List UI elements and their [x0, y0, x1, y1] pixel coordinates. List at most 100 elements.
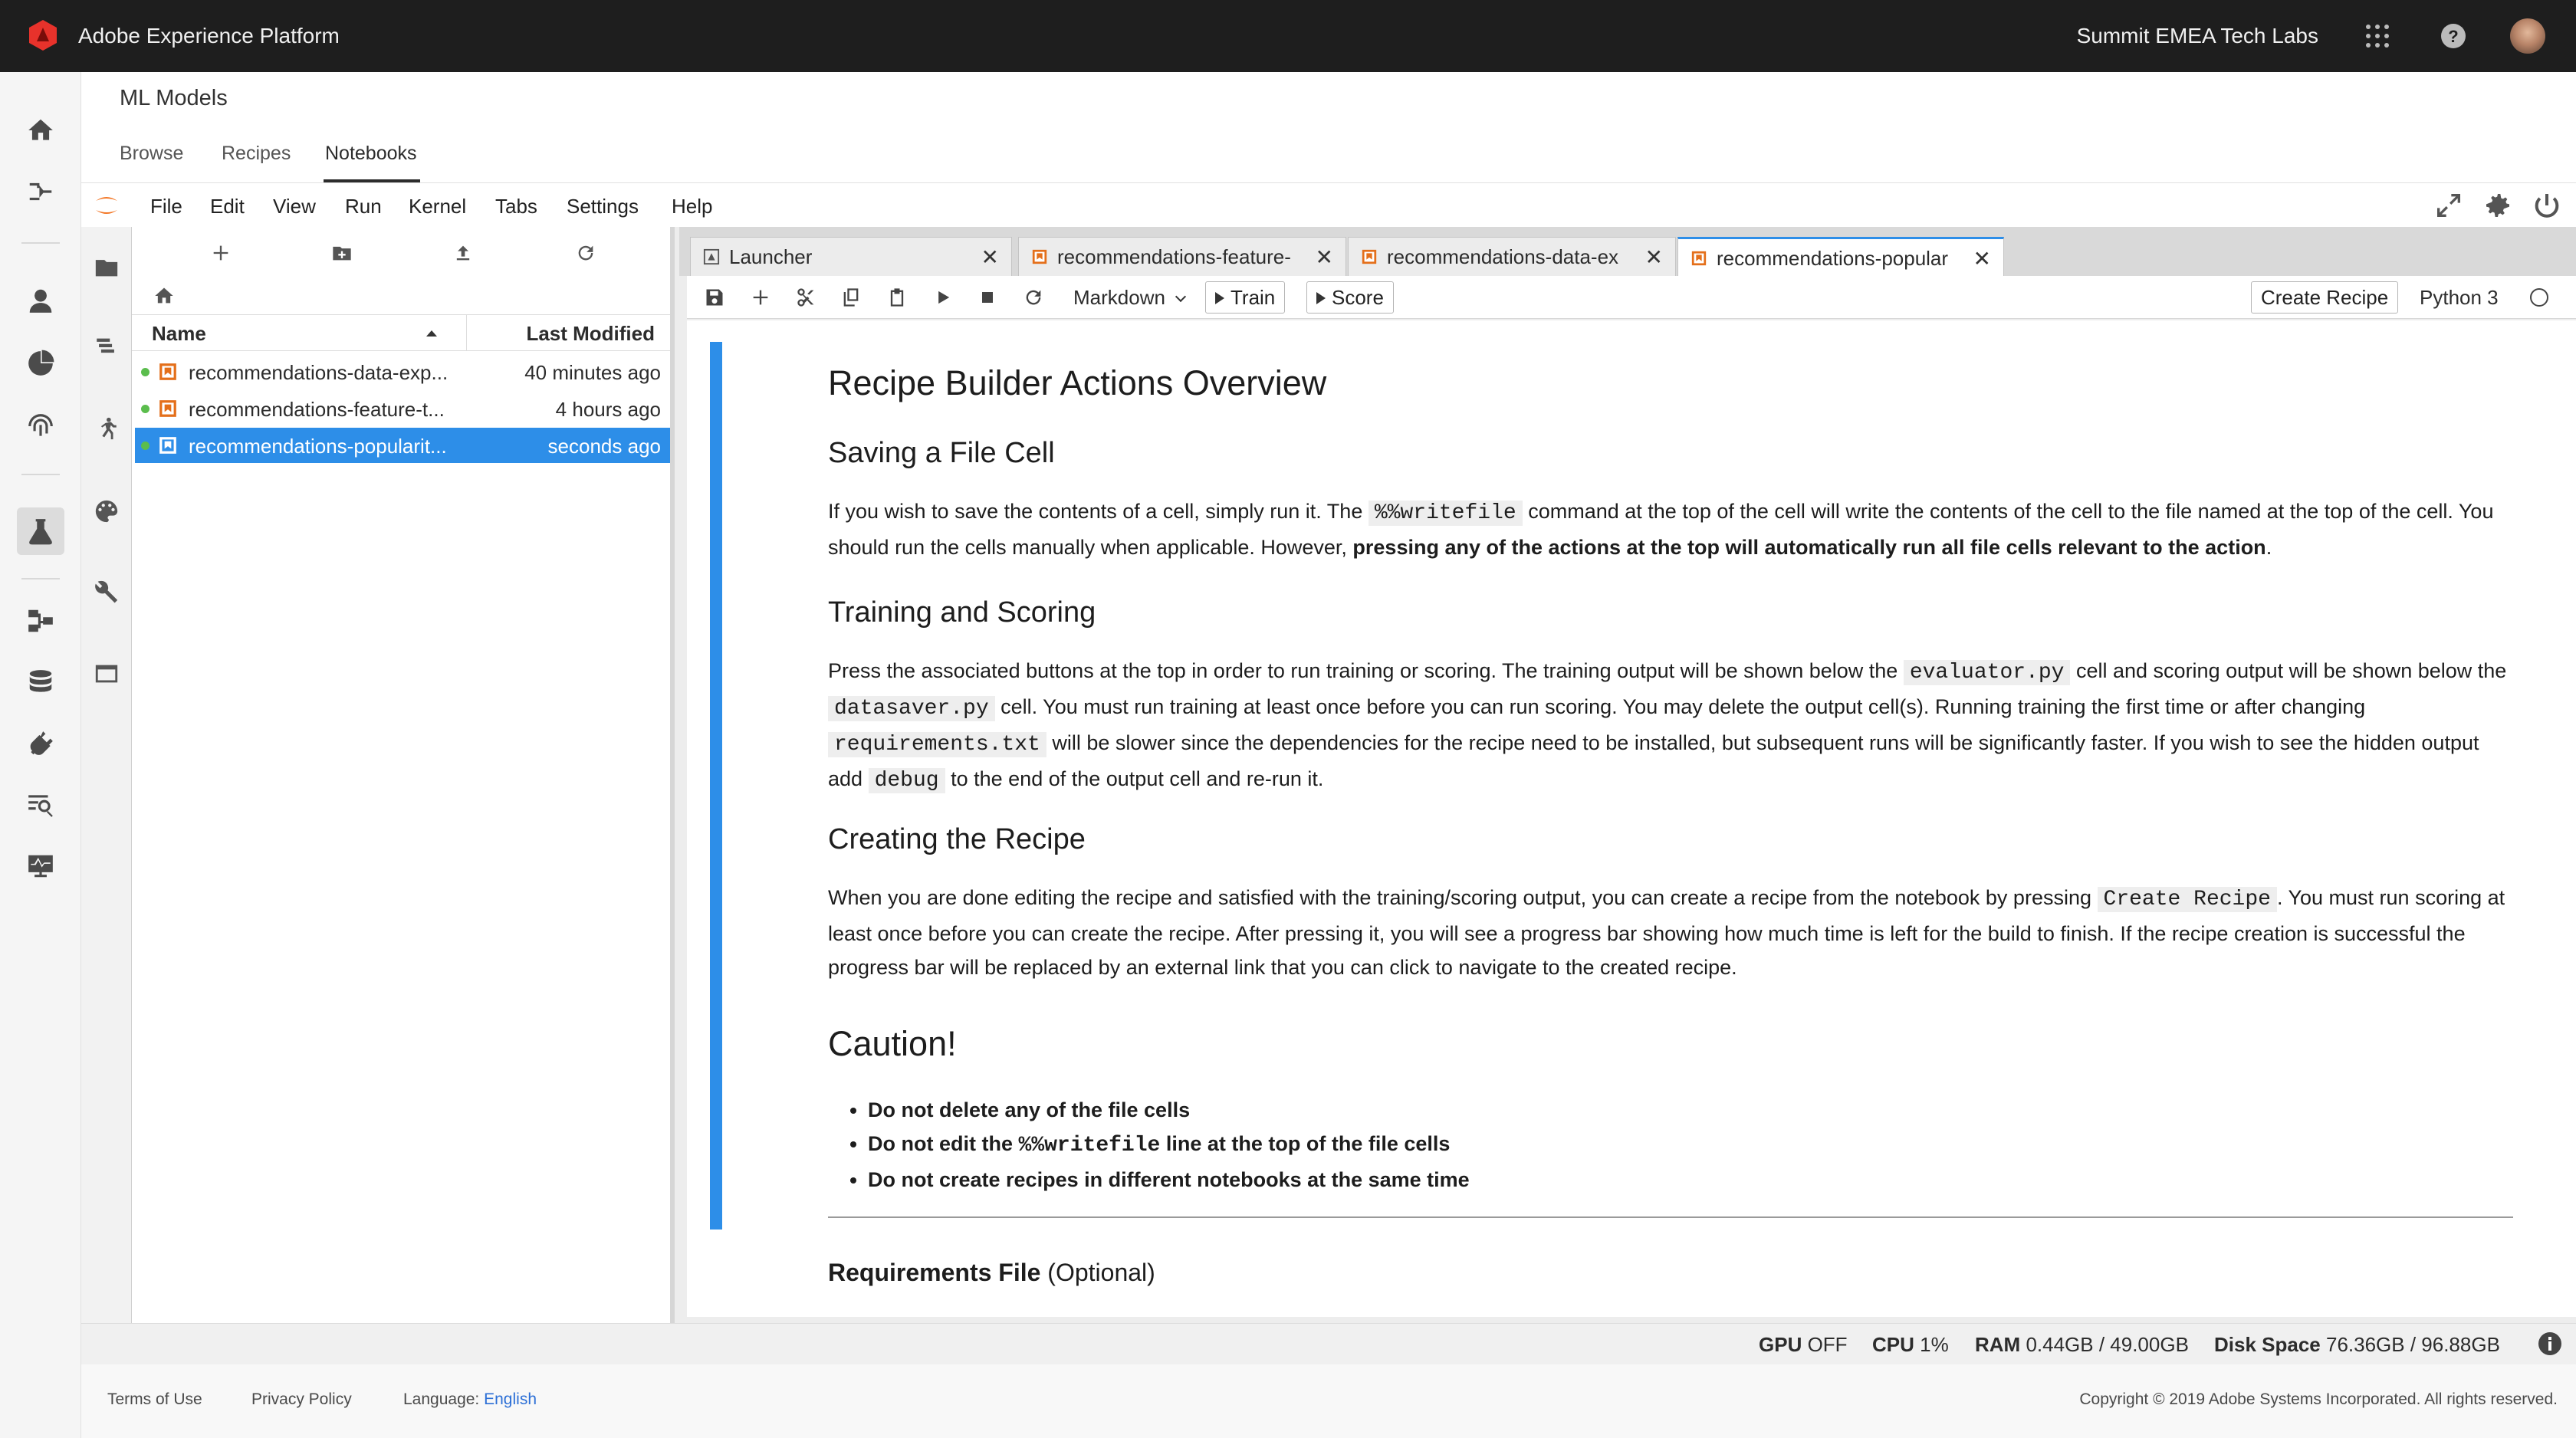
insert-cell-icon[interactable] [747, 284, 774, 311]
tab-notebook[interactable]: recommendations-data-ex ✕ [1348, 237, 1676, 276]
help-icon[interactable]: ? [2440, 22, 2467, 50]
cell-type-select[interactable]: Markdown [1073, 284, 1187, 311]
running-indicator [141, 405, 150, 413]
tab-launcher[interactable]: Launcher ✕ [690, 237, 1012, 276]
identities-icon[interactable] [21, 406, 61, 446]
score-button[interactable]: Score [1306, 281, 1394, 314]
active-cell-indicator[interactable] [710, 342, 722, 1230]
palette-icon[interactable] [90, 495, 123, 527]
divider [828, 1216, 2513, 1218]
settings-gear-icon[interactable] [2482, 190, 2513, 221]
cut-icon[interactable] [793, 284, 820, 311]
jupyter-logo-icon [93, 192, 120, 219]
cpu-status: CPU 1% [1872, 1333, 1949, 1356]
menu-kernel[interactable]: Kernel [409, 195, 466, 218]
caution-heading: Caution! [828, 1024, 2515, 1064]
terms-link[interactable]: Terms of Use [107, 1390, 202, 1409]
schemas-icon[interactable] [21, 601, 61, 641]
notebook-toolbar: Markdown Train Score Create Recipe Pytho… [687, 276, 2576, 319]
run-cell-icon[interactable] [929, 284, 957, 311]
create-recipe-button[interactable]: Create Recipe [2251, 281, 2399, 314]
train-button[interactable]: Train [1205, 281, 1286, 314]
restart-kernel-icon[interactable] [1020, 284, 1047, 311]
menu-edit[interactable]: Edit [210, 195, 245, 218]
notebook-icon [1032, 249, 1047, 264]
file-row[interactable]: recommendations-data-exp... 40 minutes a… [135, 354, 670, 389]
home-folder-icon[interactable] [149, 281, 179, 311]
datasets-icon[interactable] [21, 662, 61, 702]
sort-ascending-icon[interactable] [426, 330, 437, 337]
new-folder-icon[interactable] [327, 238, 357, 268]
org-switcher[interactable]: Summit EMEA Tech Labs [2077, 0, 2318, 72]
monitoring-icon[interactable] [21, 846, 61, 886]
profiles-icon[interactable] [21, 281, 61, 320]
tab-notebook[interactable]: recommendations-feature- ✕ [1018, 237, 1346, 276]
fullscreen-icon[interactable] [2433, 190, 2464, 221]
section-title: Saving a File Cell [828, 437, 1055, 469]
folder-icon[interactable] [90, 251, 123, 284]
queries-icon[interactable] [21, 785, 61, 825]
h1: Caution! [828, 1024, 957, 1063]
kernel-name[interactable]: Python 3 [2420, 284, 2499, 311]
notebook-icon [1362, 249, 1377, 264]
adobe-logo-icon[interactable] [26, 18, 60, 52]
tab-window-icon[interactable] [90, 658, 123, 690]
file-browser: Name Last Modified recommendations-data-… [132, 227, 675, 1323]
h1: Recipe Builder Actions Overview [828, 363, 1327, 402]
tab-browse[interactable]: Browse [120, 143, 183, 165]
tab-recipes[interactable]: Recipes [222, 143, 291, 165]
privacy-link[interactable]: Privacy Policy [251, 1390, 352, 1409]
tab-notebook-active[interactable]: recommendations-popular ✕ [1677, 237, 2004, 277]
section-creating: Creating the Recipe [828, 823, 2515, 856]
menu-view[interactable]: View [273, 195, 316, 218]
language-selector[interactable]: Language: English [403, 1390, 537, 1409]
train-label: Train [1230, 286, 1276, 309]
home-icon[interactable] [21, 110, 61, 150]
menu-tabs[interactable]: Tabs [495, 195, 537, 218]
svg-text:?: ? [2448, 27, 2458, 46]
menu-run[interactable]: Run [345, 195, 382, 218]
launcher-icon [703, 248, 720, 265]
global-nav-bar: Adobe Experience Platform Summit EMEA Te… [0, 0, 2576, 72]
models-flask-icon[interactable] [17, 507, 64, 555]
section-title: Creating the Recipe [828, 823, 1086, 855]
page-title: ML Models [120, 86, 228, 110]
column-last-modified[interactable]: Last Modified [526, 322, 655, 346]
upload-icon[interactable] [448, 238, 478, 268]
menu-file[interactable]: File [150, 195, 182, 218]
menu-help[interactable]: Help [672, 195, 712, 218]
disk-status: Disk Space 76.36GB / 96.88GB [2214, 1333, 2500, 1356]
close-icon[interactable]: ✕ [981, 245, 999, 270]
file-row-selected[interactable]: recommendations-popularit... seconds ago [135, 428, 670, 463]
segments-icon[interactable] [21, 343, 61, 383]
menu-settings[interactable]: Settings [567, 195, 639, 218]
apps-grid-icon[interactable] [2364, 23, 2390, 49]
list-item: Do not edit the %%writefile line at the … [868, 1127, 2515, 1163]
stop-icon[interactable] [974, 284, 1001, 311]
list-item: Do not delete any of the file cells [868, 1093, 2515, 1127]
wrench-icon[interactable] [90, 576, 123, 609]
workflows-icon[interactable] [21, 172, 61, 212]
close-icon[interactable]: ✕ [1316, 245, 1333, 270]
close-icon[interactable]: ✕ [1645, 245, 1663, 270]
running-person-icon[interactable] [90, 412, 123, 445]
paste-icon[interactable] [883, 284, 911, 311]
product-name[interactable]: Adobe Experience Platform [78, 0, 340, 72]
copy-icon[interactable] [837, 284, 865, 311]
file-name: recommendations-feature-t... [189, 398, 445, 421]
tab-notebooks[interactable]: Notebooks [325, 143, 417, 165]
power-icon[interactable] [2532, 190, 2562, 221]
column-name[interactable]: Name [152, 322, 206, 346]
refresh-icon[interactable] [570, 238, 601, 268]
sources-plug-icon[interactable] [21, 724, 61, 763]
save-icon[interactable] [701, 284, 728, 311]
new-launcher-icon[interactable] [205, 238, 236, 268]
play-icon [1316, 292, 1326, 304]
running-sessions-icon[interactable] [90, 331, 123, 363]
cell-type-value: Markdown [1073, 286, 1165, 309]
info-icon[interactable] [2538, 1331, 2562, 1356]
user-avatar[interactable] [2510, 18, 2545, 54]
close-icon[interactable]: ✕ [1973, 246, 1991, 271]
file-row[interactable]: recommendations-feature-t... 4 hours ago [135, 391, 670, 426]
section-title: Training and Scoring [828, 596, 1096, 629]
